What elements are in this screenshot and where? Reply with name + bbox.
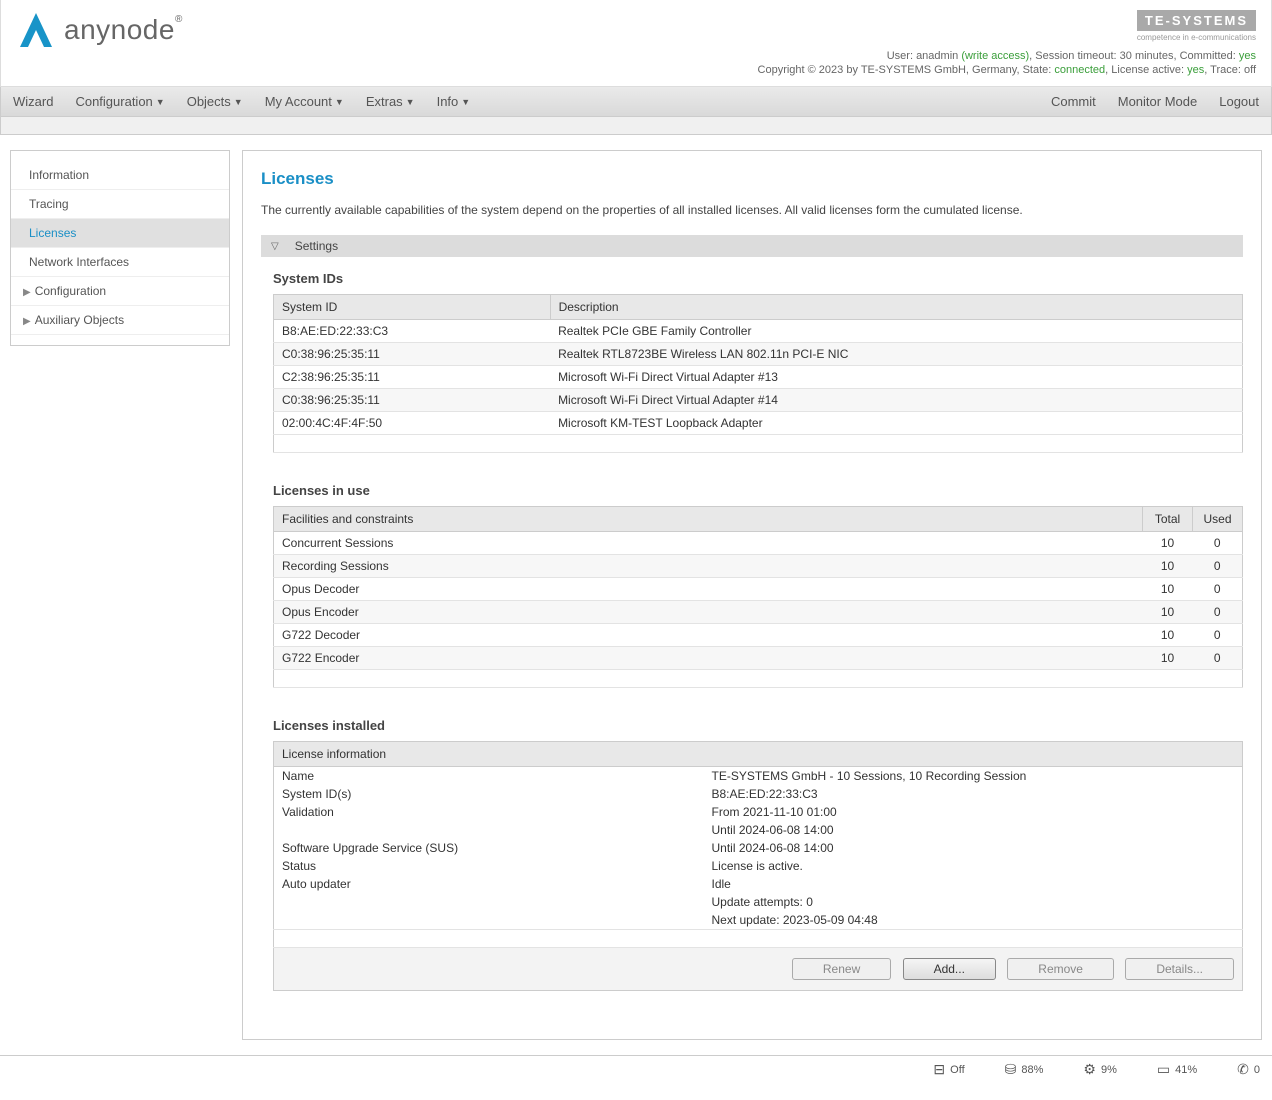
info-auto-label: Auto updater	[274, 875, 704, 893]
menu-objects[interactable]: Objects▼	[187, 94, 243, 109]
logo-area: anynode®	[16, 10, 183, 50]
table-row[interactable]: G722 Encoder100	[274, 647, 1243, 670]
menubar: Wizard Configuration▼ Objects▼ My Accoun…	[0, 87, 1272, 117]
footer-sessions: ✆0	[1237, 1061, 1260, 1078]
page-title: Licenses	[261, 169, 1243, 189]
footer-memory: ▭41%	[1157, 1061, 1197, 1078]
menu-info[interactable]: Info▼	[437, 94, 471, 109]
info-status-label: Status	[274, 857, 704, 875]
menu-my-account[interactable]: My Account▼	[265, 94, 344, 109]
rec-icon: ⊟	[933, 1061, 945, 1078]
sidebar: Information Tracing Licenses Network Int…	[10, 150, 230, 346]
memory-icon: ▭	[1157, 1061, 1170, 1078]
menu-wizard[interactable]: Wizard	[13, 94, 53, 109]
menu-commit[interactable]: Commit	[1051, 94, 1096, 109]
footer-cpu: ⚙9%	[1083, 1061, 1116, 1078]
sidebar-item-tracing[interactable]: Tracing	[11, 190, 229, 219]
renew-button[interactable]: Renew	[792, 958, 891, 980]
menu-configuration[interactable]: Configuration▼	[75, 94, 164, 109]
status-line-1: User: anadmin (write access), Session ti…	[758, 50, 1256, 62]
header-right: TE-SYSTEMS competence in e-communication…	[758, 10, 1256, 76]
status-line-2: Copyright © 2023 by TE-SYSTEMS GmbH, Ger…	[758, 64, 1256, 76]
licenses-in-use-table: Facilities and constraints Total Used Co…	[273, 506, 1243, 688]
caret-down-icon: ▼	[406, 97, 415, 107]
system-ids-table: System ID Description B8:AE:ED:22:33:C3R…	[273, 294, 1243, 453]
menu-monitor-mode[interactable]: Monitor Mode	[1118, 94, 1197, 109]
footer-disk: ⛁88%	[1005, 1061, 1044, 1078]
menu-logout[interactable]: Logout	[1219, 94, 1259, 109]
collapse-icon: ▽	[271, 241, 279, 252]
col-used: Used	[1193, 507, 1243, 532]
triangle-right-icon: ▶	[23, 316, 31, 327]
table-row[interactable]: Opus Encoder100	[274, 601, 1243, 624]
table-row[interactable]: 02:00:4C:4F:4F:50Microsoft KM-TEST Loopb…	[274, 412, 1243, 435]
info-sysid-value: B8:AE:ED:22:33:C3	[704, 785, 1243, 803]
te-tagline: competence in e-communications	[758, 33, 1256, 42]
table-row[interactable]: G722 Decoder100	[274, 624, 1243, 647]
sidebar-item-licenses[interactable]: Licenses	[11, 219, 229, 248]
licenses-in-use-title: Licenses in use	[261, 483, 1243, 498]
cpu-icon: ⚙	[1083, 1061, 1096, 1078]
sidebar-group-configuration[interactable]: ▶Configuration	[11, 277, 229, 306]
footer-off: ⊟Off	[933, 1061, 964, 1078]
col-system-id: System ID	[274, 295, 551, 320]
info-sus-label: Software Upgrade Service (SUS)	[274, 839, 704, 857]
table-row[interactable]: Recording Sessions100	[274, 555, 1243, 578]
info-validation-value2: Until 2024-06-08 14:00	[704, 821, 1243, 839]
anynode-logo-icon	[16, 10, 56, 50]
licenses-installed-table: License information NameTE-SYSTEMS GmbH …	[273, 741, 1243, 991]
sidebar-group-auxiliary-objects[interactable]: ▶Auxiliary Objects	[11, 306, 229, 335]
page-description: The currently available capabilities of …	[261, 203, 1243, 217]
table-row[interactable]: Opus Decoder100	[274, 578, 1243, 601]
info-auto-value1: Idle	[704, 875, 1243, 893]
sidebar-item-information[interactable]: Information	[11, 161, 229, 190]
info-sus-value: Until 2024-06-08 14:00	[704, 839, 1243, 857]
info-auto-value3: Next update: 2023-05-09 04:48	[704, 911, 1243, 930]
info-sysid-label: System ID(s)	[274, 785, 704, 803]
main-panel: Licenses The currently available capabil…	[242, 150, 1262, 1040]
table-row[interactable]: Concurrent Sessions100	[274, 532, 1243, 555]
remove-button[interactable]: Remove	[1007, 958, 1114, 980]
sub-menubar	[0, 117, 1272, 135]
caret-down-icon: ▼	[461, 97, 470, 107]
disk-icon: ⛁	[1005, 1061, 1017, 1078]
info-auto-value2: Update attempts: 0	[704, 893, 1243, 911]
settings-bar[interactable]: ▽ Settings	[261, 235, 1243, 257]
table-row[interactable]: C0:38:96:25:35:11Realtek RTL8723BE Wirel…	[274, 343, 1243, 366]
table-row[interactable]: C2:38:96:25:35:11Microsoft Wi-Fi Direct …	[274, 366, 1243, 389]
info-status-value: License is active.	[704, 857, 1243, 875]
info-validation-label: Validation	[274, 803, 704, 821]
footer-status-bar: ⊟Off ⛁88% ⚙9% ▭41% ✆0	[0, 1055, 1272, 1083]
col-description: Description	[550, 295, 1242, 320]
te-systems-logo: TE-SYSTEMS	[1137, 10, 1256, 31]
triangle-right-icon: ▶	[23, 287, 31, 298]
table-row[interactable]: B8:AE:ED:22:33:C3Realtek PCIe GBE Family…	[274, 320, 1243, 343]
brand-text: anynode®	[64, 14, 183, 46]
col-total: Total	[1143, 507, 1193, 532]
caret-down-icon: ▼	[335, 97, 344, 107]
info-name-label: Name	[274, 767, 704, 786]
table-row-empty	[274, 435, 1243, 453]
header: anynode® TE-SYSTEMS competence in e-comm…	[0, 0, 1272, 87]
table-row[interactable]: C0:38:96:25:35:11Microsoft Wi-Fi Direct …	[274, 389, 1243, 412]
info-validation-value: From 2021-11-10 01:00	[704, 803, 1243, 821]
licenses-installed-title: Licenses installed	[261, 718, 1243, 733]
system-ids-title: System IDs	[261, 271, 1243, 286]
phone-icon: ✆	[1237, 1061, 1249, 1078]
menu-extras[interactable]: Extras▼	[366, 94, 415, 109]
info-name-value: TE-SYSTEMS GmbH - 10 Sessions, 10 Record…	[704, 767, 1243, 786]
settings-label: Settings	[295, 239, 338, 253]
col-license-information: License information	[274, 742, 1243, 767]
caret-down-icon: ▼	[234, 97, 243, 107]
add-button[interactable]: Add...	[903, 958, 996, 980]
details-button[interactable]: Details...	[1125, 958, 1234, 980]
sidebar-item-network-interfaces[interactable]: Network Interfaces	[11, 248, 229, 277]
table-row-empty	[274, 670, 1243, 688]
col-facilities: Facilities and constraints	[274, 507, 1143, 532]
caret-down-icon: ▼	[156, 97, 165, 107]
